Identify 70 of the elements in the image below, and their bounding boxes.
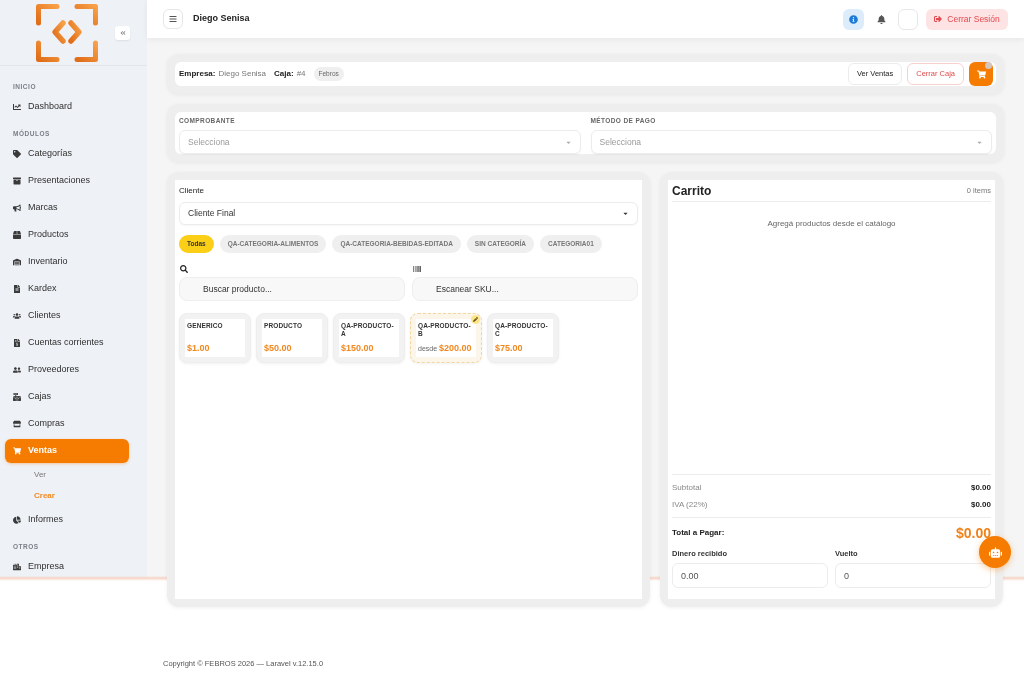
user-name: Diego Senisa: [193, 12, 250, 26]
double-chevron-left-icon: [119, 29, 126, 36]
search-field[interactable]: Buscar producto...: [179, 277, 405, 301]
caret-icon: [622, 210, 629, 217]
buildings-icon: [13, 563, 21, 571]
sidebar-item[interactable]: Informes: [5, 508, 129, 532]
sidebar-item[interactable]: Proveedores: [5, 358, 129, 382]
register-label: Caja:: [274, 68, 294, 80]
grand-total-label: Total a Pagar:: [672, 527, 725, 539]
tag-icon: [13, 150, 21, 158]
sidebar-item[interactable]: Empresa: [5, 555, 129, 579]
archive-box-icon: [13, 177, 21, 185]
shopping-cart-icon: [976, 69, 986, 79]
sidebar-item[interactable]: Cuentas corrientes: [5, 331, 129, 355]
product-price: $200.00: [439, 341, 472, 355]
empty-cart-message: Agregá productos desde el catálogo: [767, 218, 896, 230]
barcode-icon: [413, 265, 421, 273]
logout-icon: [934, 15, 943, 23]
warehouse-icon: [13, 258, 21, 266]
received-field[interactable]: 0.00: [672, 563, 828, 588]
product-price: $150.00: [341, 341, 374, 355]
bell-icon: [876, 14, 886, 24]
register-number: #4: [296, 68, 306, 80]
company-name: Diego Senisa: [218, 68, 267, 80]
cart-button[interactable]: [969, 62, 993, 86]
sidebar-item[interactable]: Productos: [5, 223, 129, 247]
megaphone-icon: [13, 204, 21, 212]
change-field[interactable]: 0: [835, 563, 991, 588]
total-label: IVA (22%): [672, 498, 708, 511]
store-icon: [13, 420, 21, 428]
users-icon: [13, 312, 21, 320]
product-price: $1.00: [187, 341, 210, 355]
search-icon: [180, 265, 188, 273]
document-icon: [13, 285, 21, 293]
total-value: $0.00: [970, 498, 991, 511]
user-pair-icon: [13, 366, 21, 374]
sidebar-item[interactable]: Clientes: [5, 304, 129, 328]
chart-line-icon: [13, 103, 21, 111]
collapse-button[interactable]: [115, 25, 130, 40]
menu-icon: [169, 15, 177, 23]
grand-total-value: $0.00: [955, 525, 991, 541]
sidebar-item[interactable]: Dashboard: [5, 95, 129, 119]
shopping-cart-icon: [13, 447, 21, 455]
total-value: $0.00: [970, 481, 991, 494]
sidebar-item[interactable]: Compras: [5, 412, 129, 436]
menu-button[interactable]: [163, 9, 183, 29]
sidebar-item[interactable]: Cajas: [5, 385, 129, 409]
info-icon: [849, 14, 858, 24]
code-brackets-logo: [35, 2, 99, 63]
client-label: Cliente: [179, 185, 205, 197]
cart-title: Carrito: [672, 182, 712, 200]
sidebar-item[interactable]: Marcas: [5, 196, 129, 220]
invoice-icon: [13, 339, 21, 347]
company-label: Empresa:: [179, 68, 216, 80]
total-label: Subtotal: [672, 481, 702, 494]
sku-field[interactable]: Escanear SKU...: [412, 277, 638, 301]
client-select[interactable]: Cliente Final: [179, 202, 638, 225]
cash-register-icon: [13, 393, 21, 401]
pie-chart-icon: [13, 516, 21, 524]
sidebar-item[interactable]: Categorías: [5, 142, 129, 166]
sidebar-item[interactable]: Kardex: [5, 277, 129, 301]
sidebar-item[interactable]: Presentaciones: [5, 169, 129, 193]
pencil-icon: [471, 315, 480, 324]
product-price: $75.00: [495, 341, 523, 355]
box-icon: [13, 231, 21, 239]
sidebar-item[interactable]: Inventario: [5, 250, 129, 274]
robot-icon: [988, 545, 1002, 559]
sidebar-subitem[interactable]: Ver: [34, 469, 46, 481]
info-button[interactable]: [843, 8, 864, 30]
product-price: $50.00: [264, 341, 292, 355]
